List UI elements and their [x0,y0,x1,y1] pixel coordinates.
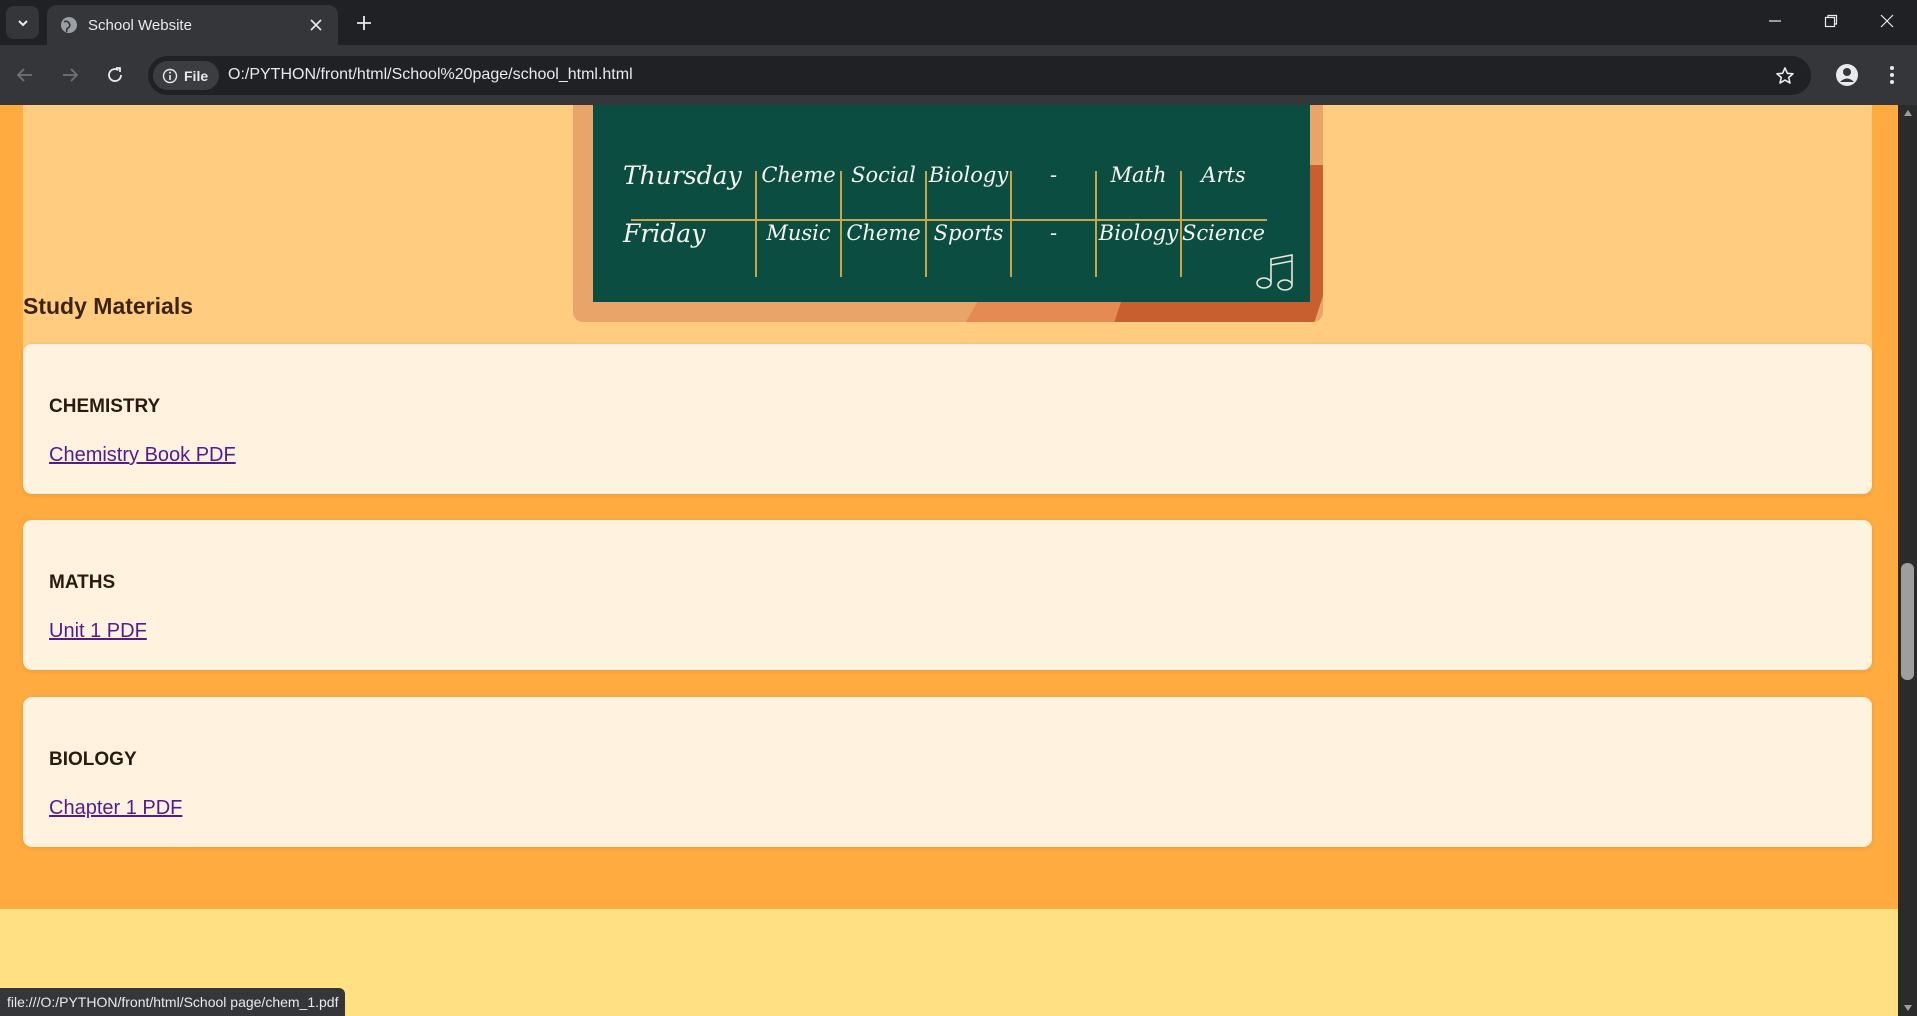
timetable-card: Thursday Cheme Social Biology - Math Art… [23,105,1872,373]
board-column-divider [1010,171,1012,277]
timetable-cell: Sports [933,221,1004,245]
tab-search-button[interactable] [6,6,39,39]
day-label: Friday [623,218,706,248]
music-note-icon [1256,254,1293,291]
reload-button[interactable] [100,60,130,90]
tab-strip: School Website [0,0,1917,45]
reload-icon [108,67,122,82]
globe-icon [61,17,77,33]
bookmark-button[interactable] [1773,64,1797,88]
timetable-row-thursday: Thursday Cheme Social Biology - Math Art… [593,147,1310,203]
scroll-up-button[interactable] [1898,105,1917,121]
active-tab[interactable]: School Website [47,5,338,45]
page-scrollbar[interactable] [1898,105,1917,1016]
close-window-icon [1880,14,1894,28]
timetable-cell: - [1049,163,1058,187]
back-button[interactable] [10,60,40,90]
star-icon [1776,67,1794,84]
subject-card-biology: BIOLOGY Chapter 1 PDF [23,697,1872,847]
subject-card-chemistry: CHEMISTRY Chemistry Book PDF [23,344,1872,494]
biology-pdf-link[interactable]: Chapter 1 PDF [49,797,182,820]
forward-button[interactable] [55,60,85,90]
scrollbar-thumb[interactable] [1901,563,1914,680]
subject-title: CHEMISTRY [49,396,161,417]
close-icon [310,19,322,31]
day-label: Thursday [623,160,742,190]
status-bar-url: file:///O:/PYTHON/front/html/School page… [0,988,346,1016]
browser-toolbar: File O:/PYTHON/front/html/School%20page/… [0,45,1917,105]
subject-title: BIOLOGY [49,749,137,770]
board-row-divider [631,219,1267,221]
board-column-divider [925,171,927,277]
profile-icon [1836,64,1858,86]
board-column-divider [1095,171,1097,277]
page-viewport: Thursday Cheme Social Biology - Math Art… [0,105,1898,1016]
browser-menu-button[interactable] [1880,60,1904,90]
timetable-chalkboard: Thursday Cheme Social Biology - Math Art… [593,105,1310,302]
profile-button[interactable] [1832,60,1862,90]
back-arrow-icon [16,68,32,82]
scroll-down-button[interactable] [1898,1000,1917,1016]
study-materials-heading: Study Materials [23,293,193,319]
info-icon [162,68,178,83]
site-info-chip[interactable]: File [153,61,219,90]
timetable-cell: Music [766,221,831,245]
close-window-button[interactable] [1859,0,1915,42]
url-text[interactable]: O:/PYTHON/front/html/School%20page/schoo… [228,66,633,84]
timetable-cell: Arts [1201,163,1246,187]
more-vertical-icon [1890,66,1894,84]
tab-search-icon [17,19,28,26]
board-column-divider [755,171,757,277]
timetable-cell: Cheme [846,221,921,245]
board-column-divider [840,171,842,277]
subject-card-maths: MATHS Unit 1 PDF [23,520,1872,670]
timetable-cell: Social [851,163,916,187]
board-column-divider [1180,171,1182,277]
new-tab-button[interactable] [350,9,378,37]
restore-icon [1824,14,1838,28]
subject-title: MATHS [49,572,116,593]
maths-pdf-link[interactable]: Unit 1 PDF [49,620,147,643]
chip-label: File [184,67,209,84]
timetable-cell: Science [1181,221,1265,245]
triangle-down-icon [1903,1005,1912,1011]
timetable-cell: Math [1110,163,1167,187]
timetable-cell: Biology [928,163,1009,187]
timetable-cell: Cheme [761,163,836,187]
chemistry-pdf-link[interactable]: Chemistry Book PDF [49,444,236,467]
minimize-button[interactable] [1747,0,1803,42]
forward-arrow-icon [63,68,79,82]
restore-button[interactable] [1803,0,1859,42]
close-tab-button[interactable] [306,15,326,35]
address-bar[interactable]: File O:/PYTHON/front/html/School%20page/… [148,56,1811,95]
tab-title: School Website [88,17,192,34]
plus-icon [357,16,371,30]
timetable-cell: Biology [1098,221,1179,245]
timetable-row-friday: Friday Music Cheme Sports - Biology Scie… [593,205,1310,261]
triangle-up-icon [1903,110,1912,116]
timetable-cell: - [1049,221,1058,245]
minimize-icon [1769,20,1781,22]
